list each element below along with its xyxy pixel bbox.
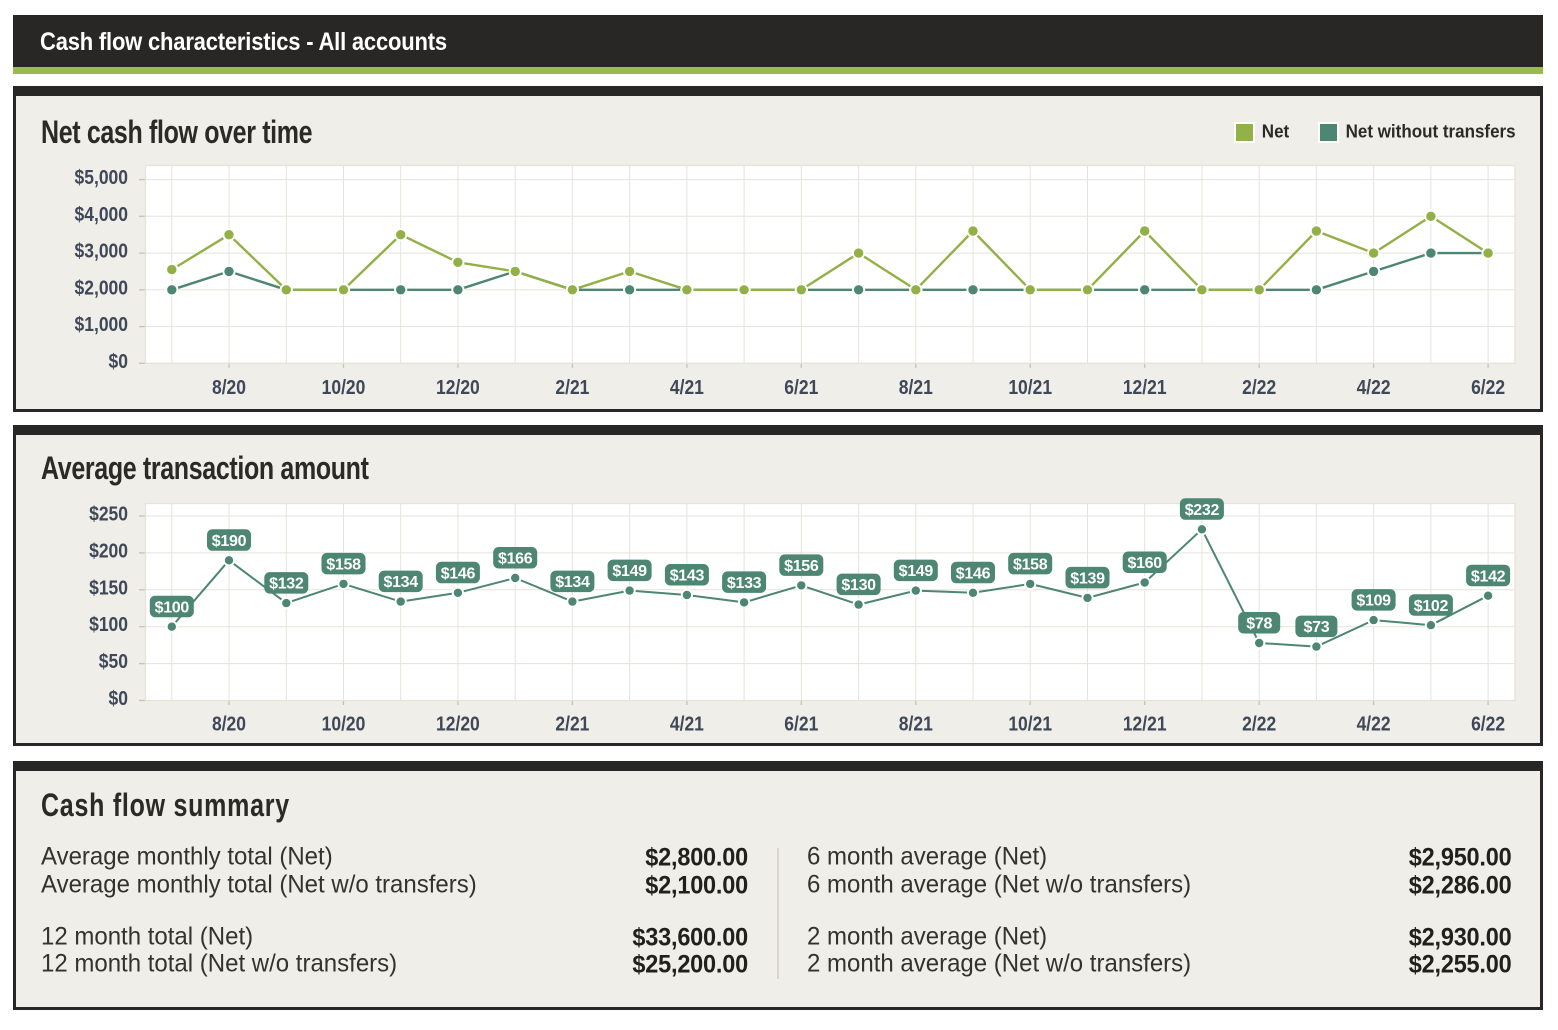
svg-text:$5,000: $5,000 <box>75 166 128 188</box>
svg-text:2/22: 2/22 <box>1242 376 1276 398</box>
svg-text:6/21: 6/21 <box>784 376 818 398</box>
svg-text:6/22: 6/22 <box>1471 376 1505 398</box>
svg-text:$149: $149 <box>612 563 647 580</box>
svg-text:4/21: 4/21 <box>670 376 704 398</box>
svg-text:$134: $134 <box>383 574 418 591</box>
svg-text:$146: $146 <box>956 565 991 582</box>
svg-text:$130: $130 <box>841 577 876 594</box>
svg-text:$146: $146 <box>441 565 476 582</box>
svg-text:$100: $100 <box>155 599 190 616</box>
svg-text:8/21: 8/21 <box>899 712 933 734</box>
svg-text:$1,000: $1,000 <box>75 313 128 335</box>
svg-text:$134: $134 <box>555 574 590 591</box>
svg-text:$232: $232 <box>1185 502 1220 519</box>
svg-text:2/21: 2/21 <box>555 712 589 734</box>
svg-text:4/22: 4/22 <box>1357 376 1391 398</box>
svg-text:$133: $133 <box>727 575 762 592</box>
svg-text:$158: $158 <box>326 557 361 574</box>
svg-text:12/20: 12/20 <box>436 376 480 398</box>
svg-text:8/20: 8/20 <box>212 712 246 734</box>
svg-text:$100: $100 <box>89 613 128 635</box>
svg-text:$143: $143 <box>670 568 705 585</box>
svg-text:10/20: 10/20 <box>322 712 366 734</box>
svg-text:$3,000: $3,000 <box>75 239 128 261</box>
svg-text:$149: $149 <box>899 563 934 580</box>
svg-text:$109: $109 <box>1356 593 1391 610</box>
svg-text:$139: $139 <box>1070 571 1105 588</box>
svg-text:$0: $0 <box>109 350 128 372</box>
svg-text:4/22: 4/22 <box>1357 712 1391 734</box>
svg-text:$0: $0 <box>109 687 128 709</box>
svg-text:8/21: 8/21 <box>899 376 933 398</box>
svg-text:12/20: 12/20 <box>436 712 480 734</box>
svg-text:2/22: 2/22 <box>1242 712 1276 734</box>
svg-text:$73: $73 <box>1304 619 1330 636</box>
svg-text:$2,000: $2,000 <box>75 276 128 298</box>
svg-text:$78: $78 <box>1246 616 1272 633</box>
svg-text:8/20: 8/20 <box>212 376 246 398</box>
svg-text:10/21: 10/21 <box>1008 712 1052 734</box>
svg-text:$102: $102 <box>1414 598 1449 615</box>
svg-text:$190: $190 <box>212 533 247 550</box>
svg-text:$4,000: $4,000 <box>75 203 128 225</box>
svg-text:12/21: 12/21 <box>1123 712 1167 734</box>
svg-text:2/21: 2/21 <box>555 376 589 398</box>
svg-text:$142: $142 <box>1471 568 1506 585</box>
svg-text:$250: $250 <box>89 502 128 524</box>
svg-text:10/20: 10/20 <box>322 376 366 398</box>
svg-text:4/21: 4/21 <box>670 712 704 734</box>
svg-text:$150: $150 <box>89 576 128 598</box>
svg-text:$200: $200 <box>89 539 128 561</box>
svg-text:$156: $156 <box>784 558 819 575</box>
svg-text:$132: $132 <box>269 576 304 593</box>
svg-text:6/21: 6/21 <box>784 712 818 734</box>
svg-text:$158: $158 <box>1013 557 1048 574</box>
svg-text:$160: $160 <box>1127 555 1162 572</box>
svg-text:$166: $166 <box>498 551 533 568</box>
svg-text:12/21: 12/21 <box>1123 376 1167 398</box>
svg-text:6/22: 6/22 <box>1471 712 1505 734</box>
svg-text:10/21: 10/21 <box>1008 376 1052 398</box>
svg-text:$50: $50 <box>99 650 128 672</box>
